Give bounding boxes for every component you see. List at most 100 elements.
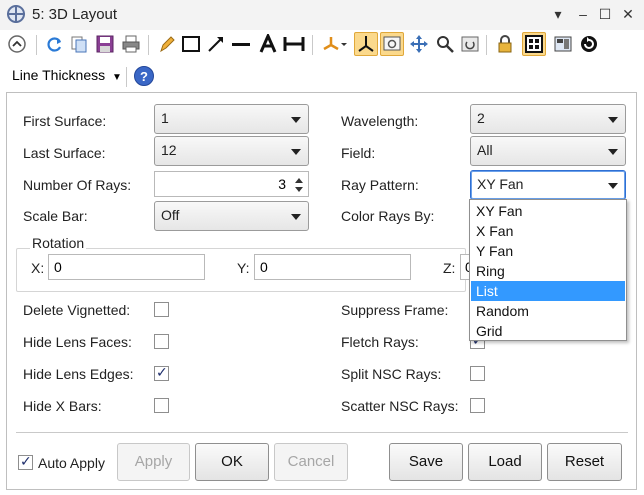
dropdown-option[interactable]: Random bbox=[471, 301, 625, 321]
reset-button[interactable]: Reset bbox=[547, 443, 622, 481]
chevron-down-icon bbox=[291, 149, 301, 155]
split-nsc-rays-checkbox[interactable] bbox=[470, 366, 485, 381]
fletch-rays-label: Fletch Rays: bbox=[341, 334, 419, 350]
arrow-icon[interactable] bbox=[205, 32, 227, 56]
rotation-y-input[interactable]: 0 bbox=[254, 254, 411, 280]
dropdown-option[interactable]: Y Fan bbox=[471, 241, 625, 261]
save-button[interactable]: Save bbox=[389, 443, 463, 481]
layout-icon[interactable] bbox=[552, 32, 574, 56]
last-surface-combo[interactable]: 12 bbox=[154, 136, 309, 166]
reset-view-icon[interactable] bbox=[459, 32, 481, 56]
line-thickness-label: Line Thickness bbox=[12, 67, 106, 83]
hide-x-bars-label: Hide X Bars: bbox=[23, 398, 102, 414]
field-label: Field: bbox=[341, 145, 376, 161]
text-icon[interactable] bbox=[257, 32, 279, 56]
lock-icon[interactable] bbox=[494, 32, 516, 56]
scale-bar-combo[interactable]: Off bbox=[154, 201, 309, 231]
close-button[interactable]: ✕ bbox=[618, 4, 638, 24]
last-surface-value: 12 bbox=[161, 142, 177, 158]
line-thickness-menu[interactable]: Line Thickness ▼ bbox=[12, 67, 122, 83]
toolbar-separator bbox=[312, 35, 313, 55]
window-title: 5: 3D Layout bbox=[32, 6, 118, 23]
color-rays-by-label: Color Rays By: bbox=[341, 208, 435, 224]
chevron-down-icon bbox=[608, 149, 618, 155]
split-nsc-rays-label: Split NSC Rays: bbox=[341, 366, 442, 382]
wavelength-value: 2 bbox=[477, 110, 485, 126]
hide-lens-faces-checkbox[interactable] bbox=[154, 334, 169, 349]
hide-lens-faces-label: Hide Lens Faces: bbox=[23, 334, 132, 350]
wavelength-combo[interactable]: 2 bbox=[470, 104, 626, 134]
copy-icon[interactable] bbox=[68, 32, 90, 56]
zoom-icon[interactable] bbox=[434, 32, 456, 56]
secondary-toolbar: Line Thickness ▼ ? bbox=[0, 63, 644, 91]
number-of-rays-value: 3 bbox=[278, 176, 286, 192]
chevron-down-icon: ▼ bbox=[112, 72, 122, 83]
move-icon[interactable] bbox=[408, 32, 430, 56]
cycle-icon[interactable] bbox=[578, 32, 600, 56]
window-menu-button[interactable]: ▾ bbox=[548, 4, 568, 24]
first-surface-combo[interactable]: 1 bbox=[154, 104, 309, 134]
ray-pattern-combo[interactable]: XY Fan bbox=[470, 170, 626, 200]
hide-x-bars-checkbox[interactable] bbox=[154, 398, 169, 413]
auto-apply-label: Auto Apply bbox=[38, 455, 105, 471]
title-bar: 5: 3D Layout ▾ – ☐ ✕ bbox=[0, 0, 644, 30]
number-of-rays-spinner[interactable]: 3 bbox=[154, 171, 309, 197]
pencil-icon[interactable] bbox=[156, 32, 178, 56]
wavelength-label: Wavelength: bbox=[341, 113, 419, 129]
hide-lens-edges-checkbox[interactable] bbox=[154, 364, 169, 381]
suppress-frame-label: Suppress Frame: bbox=[341, 302, 449, 318]
rotation-x-label: X: bbox=[31, 260, 45, 276]
ok-button[interactable]: OK bbox=[195, 443, 269, 481]
help-icon[interactable]: ? bbox=[134, 66, 154, 86]
spin-up-icon[interactable] bbox=[295, 178, 303, 183]
ray-pattern-value: XY Fan bbox=[477, 176, 524, 192]
chevron-down-icon bbox=[291, 117, 301, 123]
chevron-down-icon bbox=[291, 214, 301, 220]
dimension-icon[interactable] bbox=[283, 32, 305, 56]
scale-bar-label: Scale Bar: bbox=[23, 208, 88, 224]
grid-icon[interactable] bbox=[522, 32, 546, 56]
toolbar-separator bbox=[126, 67, 127, 87]
ray-pattern-label: Ray Pattern: bbox=[341, 177, 419, 193]
axis-icon[interactable] bbox=[354, 32, 378, 56]
delete-vignetted-label: Delete Vignetted: bbox=[23, 302, 131, 318]
app-logo-icon bbox=[7, 5, 25, 23]
rotate-3d-icon[interactable] bbox=[320, 32, 348, 56]
spin-down-icon[interactable] bbox=[295, 187, 303, 192]
maximize-button[interactable]: ☐ bbox=[595, 4, 615, 24]
rotation-x-input[interactable]: 0 bbox=[48, 254, 205, 280]
dropdown-option-highlighted[interactable]: List bbox=[471, 281, 625, 301]
hide-lens-edges-label: Hide Lens Edges: bbox=[23, 366, 134, 382]
back-circle-icon[interactable] bbox=[6, 32, 28, 56]
toolbar-separator bbox=[148, 35, 149, 55]
dropdown-option[interactable]: Ring bbox=[471, 261, 625, 281]
line-icon[interactable] bbox=[230, 32, 252, 56]
minimize-button[interactable]: – bbox=[573, 4, 593, 24]
dropdown-option[interactable]: Grid bbox=[471, 321, 625, 341]
apply-button[interactable]: Apply bbox=[117, 443, 190, 481]
load-button[interactable]: Load bbox=[468, 443, 542, 481]
rectangle-icon[interactable] bbox=[180, 32, 202, 56]
chevron-down-icon bbox=[608, 183, 618, 189]
first-surface-label: First Surface: bbox=[23, 113, 107, 129]
save-icon[interactable] bbox=[94, 32, 116, 56]
print-icon[interactable] bbox=[120, 32, 142, 56]
ray-pattern-dropdown-list: XY Fan X Fan Y Fan Ring List Random Grid bbox=[469, 199, 627, 341]
field-combo[interactable]: All bbox=[470, 136, 626, 166]
auto-apply-checkbox[interactable] bbox=[18, 453, 33, 470]
rotation-y-label: Y: bbox=[237, 260, 250, 276]
dropdown-option[interactable]: X Fan bbox=[471, 221, 625, 241]
chevron-down-icon bbox=[608, 117, 618, 123]
scatter-nsc-rays-checkbox[interactable] bbox=[470, 398, 485, 413]
last-surface-label: Last Surface: bbox=[23, 145, 106, 161]
dropdown-option[interactable]: XY Fan bbox=[471, 201, 625, 221]
scatter-nsc-rays-label: Scatter NSC Rays: bbox=[341, 398, 459, 414]
rotation-title: Rotation bbox=[30, 235, 87, 251]
toolbar-separator bbox=[486, 35, 487, 55]
refresh-icon[interactable] bbox=[44, 32, 66, 56]
cancel-button[interactable]: Cancel bbox=[274, 443, 348, 481]
rotation-z-label: Z: bbox=[443, 260, 456, 276]
scale-bar-value: Off bbox=[161, 207, 180, 223]
settings-window-icon[interactable] bbox=[380, 32, 404, 56]
delete-vignetted-checkbox[interactable] bbox=[154, 302, 169, 317]
